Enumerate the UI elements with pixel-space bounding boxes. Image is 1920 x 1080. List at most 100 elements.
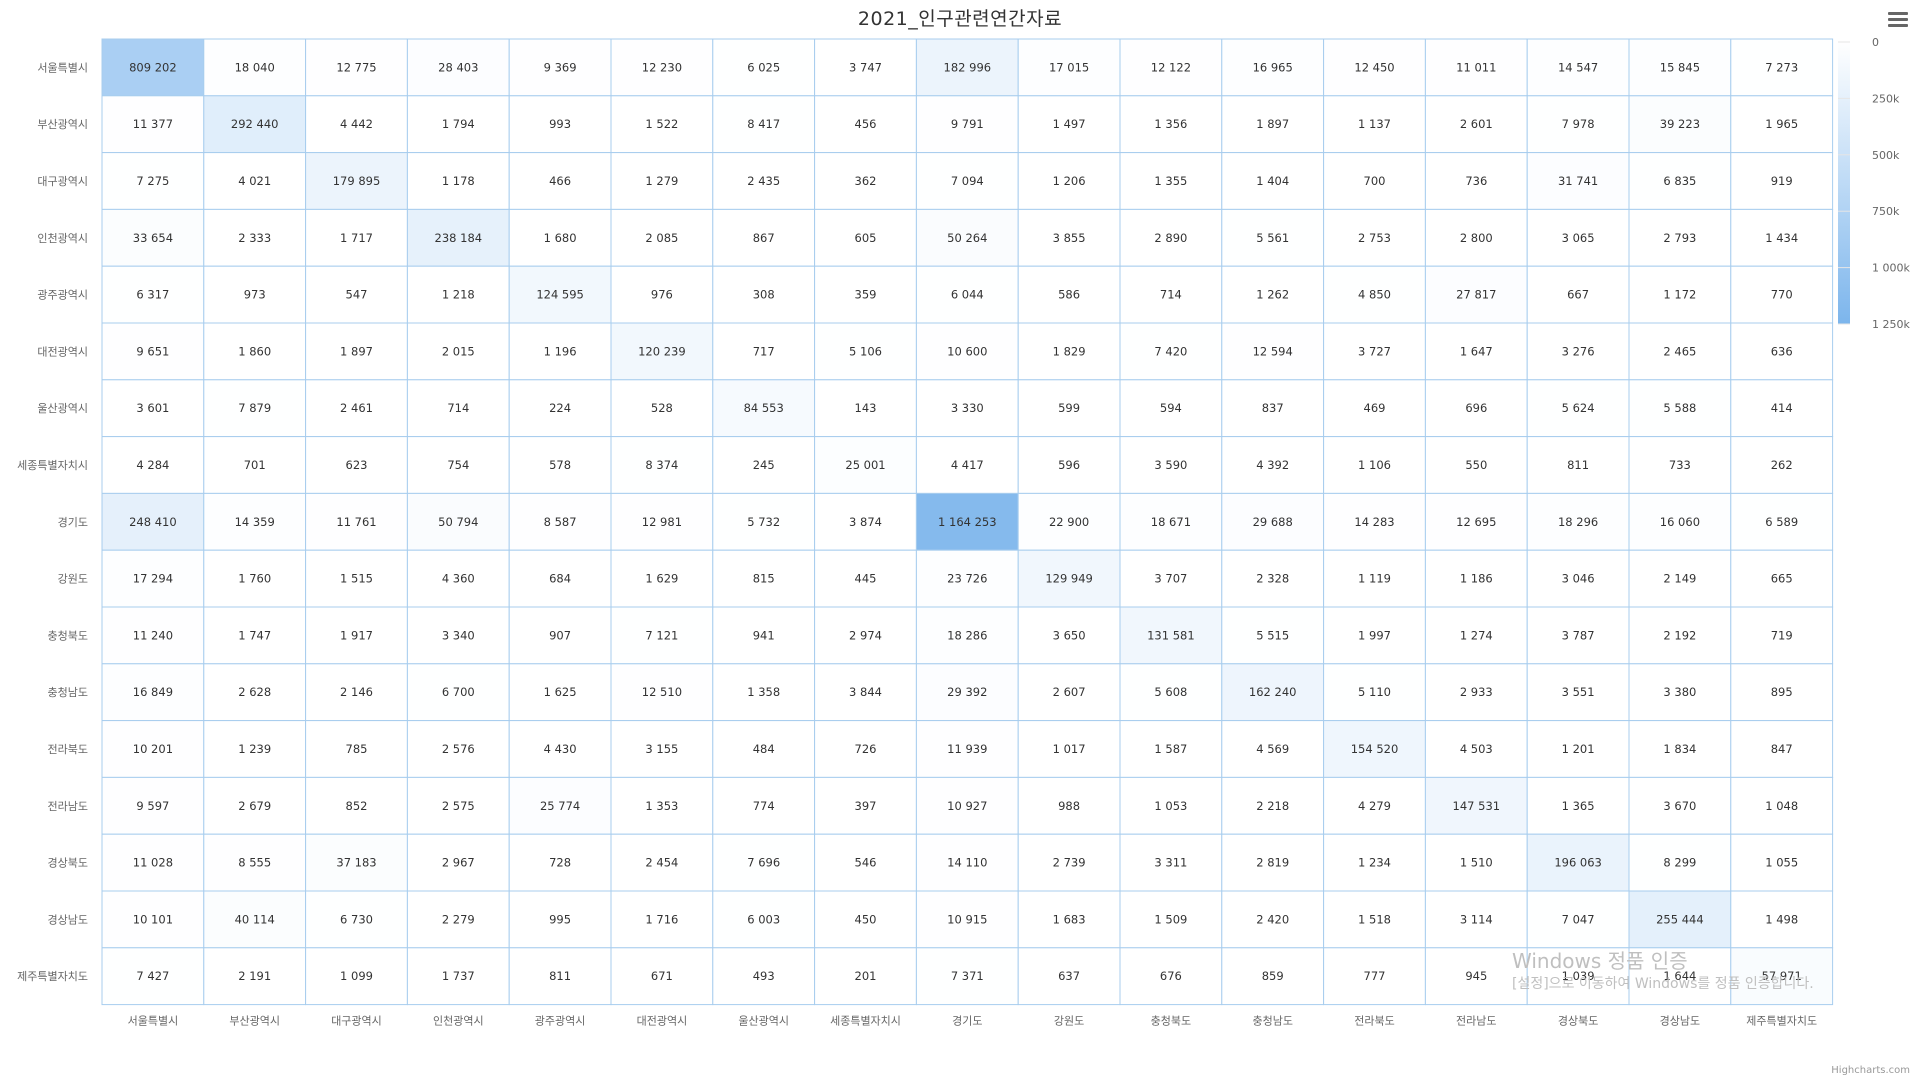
cell-data-label: 667 [1567,288,1589,302]
cell-data-label: 3 046 [1562,572,1595,586]
cell-data-label: 1 510 [1460,856,1493,870]
cell-data-label: 5 588 [1663,401,1696,415]
cell-data-label: 9 791 [951,117,984,131]
cell-data-label: 1 917 [340,628,373,642]
cell-data-label: 397 [855,799,877,813]
cell-data-label: 120 239 [638,344,686,358]
cell-data-label: 414 [1771,401,1793,415]
cell-data-label: 456 [855,117,877,131]
x-axis-label: 전라남도 [1456,1015,1496,1028]
cell-data-label: 1 860 [238,344,271,358]
cell-data-label: 15 845 [1660,60,1700,74]
cell-data-label: 3 330 [951,401,984,415]
cell-data-label: 785 [346,742,368,756]
cell-data-label: 945 [1465,969,1487,983]
color-axis-tick-label: 500k [1872,149,1900,162]
y-axis-label: 강원도 [58,573,88,586]
cell-data-label: 1 717 [340,231,373,245]
y-axis-label: 부산광역시 [37,118,88,131]
cell-data-label: 1 106 [1358,458,1391,472]
cell-data-label: 5 106 [849,344,882,358]
cell-data-label: 1 497 [1053,117,1086,131]
cell-data-label: 7 121 [645,628,678,642]
cell-data-label: 895 [1771,685,1793,699]
cell-data-label: 4 284 [136,458,169,472]
color-axis-tick-label: 750k [1872,205,1900,218]
y-axis-labels: 서울특별시부산광역시대구광역시인천광역시광주광역시대전광역시울산광역시세종특별자… [17,61,88,983]
cell-data-label: 907 [549,628,571,642]
cell-data-label: 1 737 [442,969,475,983]
cell-data-label: 445 [855,572,877,586]
x-axis-label: 인천광역시 [433,1014,484,1028]
cell-data-label: 3 340 [442,628,475,642]
cell-data-label: 8 299 [1663,856,1696,870]
cell-data-label: 547 [346,288,368,302]
cell-data-label: 147 531 [1453,799,1501,813]
cell-data-label: 22 900 [1049,515,1089,529]
cell-data-label: 4 417 [951,458,984,472]
cell-data-label: 484 [753,742,775,756]
cell-data-label: 599 [1058,401,1080,415]
cell-data-label: 493 [753,969,775,983]
cell-data-label: 7 879 [238,401,271,415]
cell-data-label: 1 178 [442,174,475,188]
cell-data-label: 27 817 [1456,288,1496,302]
cell-data-label: 18 296 [1558,515,1598,529]
cell-data-label: 8 555 [238,856,271,870]
cell-data-label: 637 [1058,969,1080,983]
cell-data-label: 12 981 [642,515,682,529]
cell-data-label: 811 [1567,458,1589,472]
cell-data-label: 3 650 [1053,628,1086,642]
cell-data-label: 16 849 [133,685,173,699]
cell-data-label: 696 [1465,401,1487,415]
cell-data-label: 308 [753,288,775,302]
cell-data-label: 1 683 [1053,912,1086,926]
credits-link[interactable]: Highcharts.com [1831,1065,1910,1076]
cell-data-label: 1 201 [1562,742,1595,756]
cell-data-label: 5 624 [1562,401,1595,415]
cell-data-label: 16 060 [1660,515,1700,529]
cell-data-label: 3 311 [1154,856,1187,870]
y-axis-label: 대구광역시 [37,175,88,188]
cell-data-label: 10 915 [947,912,987,926]
cell-data-label: 2 800 [1460,231,1493,245]
cell-data-label: 14 110 [947,856,987,870]
cell-data-label: 3 155 [645,742,678,756]
cell-data-label: 7 371 [951,969,984,983]
cell-data-label: 12 775 [336,60,376,74]
cell-data-label: 25 001 [845,458,885,472]
color-axis-legend: 0 250k 500k 750k 1 000k 1 250k [1838,36,1910,331]
cell-data-label: 1 625 [544,685,577,699]
cell-data-label: 717 [753,344,775,358]
cell-data-label: 7 275 [136,174,169,188]
cell-data-label: 8 417 [747,117,780,131]
cell-data-label: 2 328 [1256,572,1289,586]
cell-data-label: 719 [1771,628,1793,642]
y-axis-label: 전라북도 [48,743,88,756]
cell-data-label: 3 601 [136,401,169,415]
cell-data-label: 714 [447,401,469,415]
cell-data-label: 18 286 [947,628,987,642]
cell-data-label: 40 114 [235,912,275,926]
cell-data-label: 8 587 [544,515,577,529]
cell-data-label: 2 192 [1663,628,1696,642]
cell-data-label: 1 680 [544,231,577,245]
cell-data-label: 837 [1262,401,1284,415]
cell-data-label: 1 897 [340,344,373,358]
y-axis-label: 서울특별시 [37,61,88,74]
cell-data-label: 1 965 [1765,117,1798,131]
cell-data-label: 1 829 [1053,344,1086,358]
cell-data-label: 809 202 [129,60,177,74]
cell-data-label: 1 404 [1256,174,1289,188]
x-axis-label: 제주특별자치도 [1746,1015,1817,1028]
cell-data-label: 2 628 [238,685,271,699]
cell-data-label: 3 380 [1663,685,1696,699]
y-axis-label: 경기도 [58,516,88,529]
cell-data-label: 993 [549,117,571,131]
cell-data-label: 1 218 [442,288,475,302]
y-axis-label: 충청남도 [48,686,88,699]
cell-data-label: 2 146 [340,685,373,699]
x-axis-label: 부산광역시 [229,1015,280,1028]
cell-data-label: 2 607 [1053,685,1086,699]
cell-data-label: 867 [753,231,775,245]
